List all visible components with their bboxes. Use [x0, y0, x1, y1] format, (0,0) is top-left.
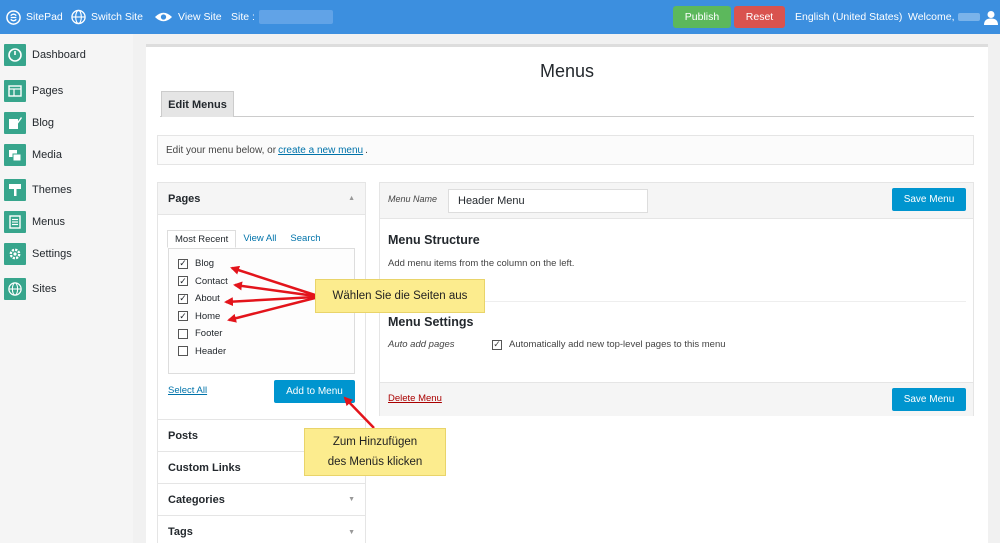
callout-line: Zum Hinzufügen	[332, 436, 418, 448]
arrow	[343, 396, 375, 429]
callout-line: des Menüs klicken	[327, 456, 423, 468]
annotation-arrows	[224, 265, 375, 429]
callout-select-pages: Wählen Sie die Seiten aus	[315, 279, 485, 313]
callout-add-to-menu: Zum Hinzufügen des Menüs klicken	[304, 428, 446, 476]
